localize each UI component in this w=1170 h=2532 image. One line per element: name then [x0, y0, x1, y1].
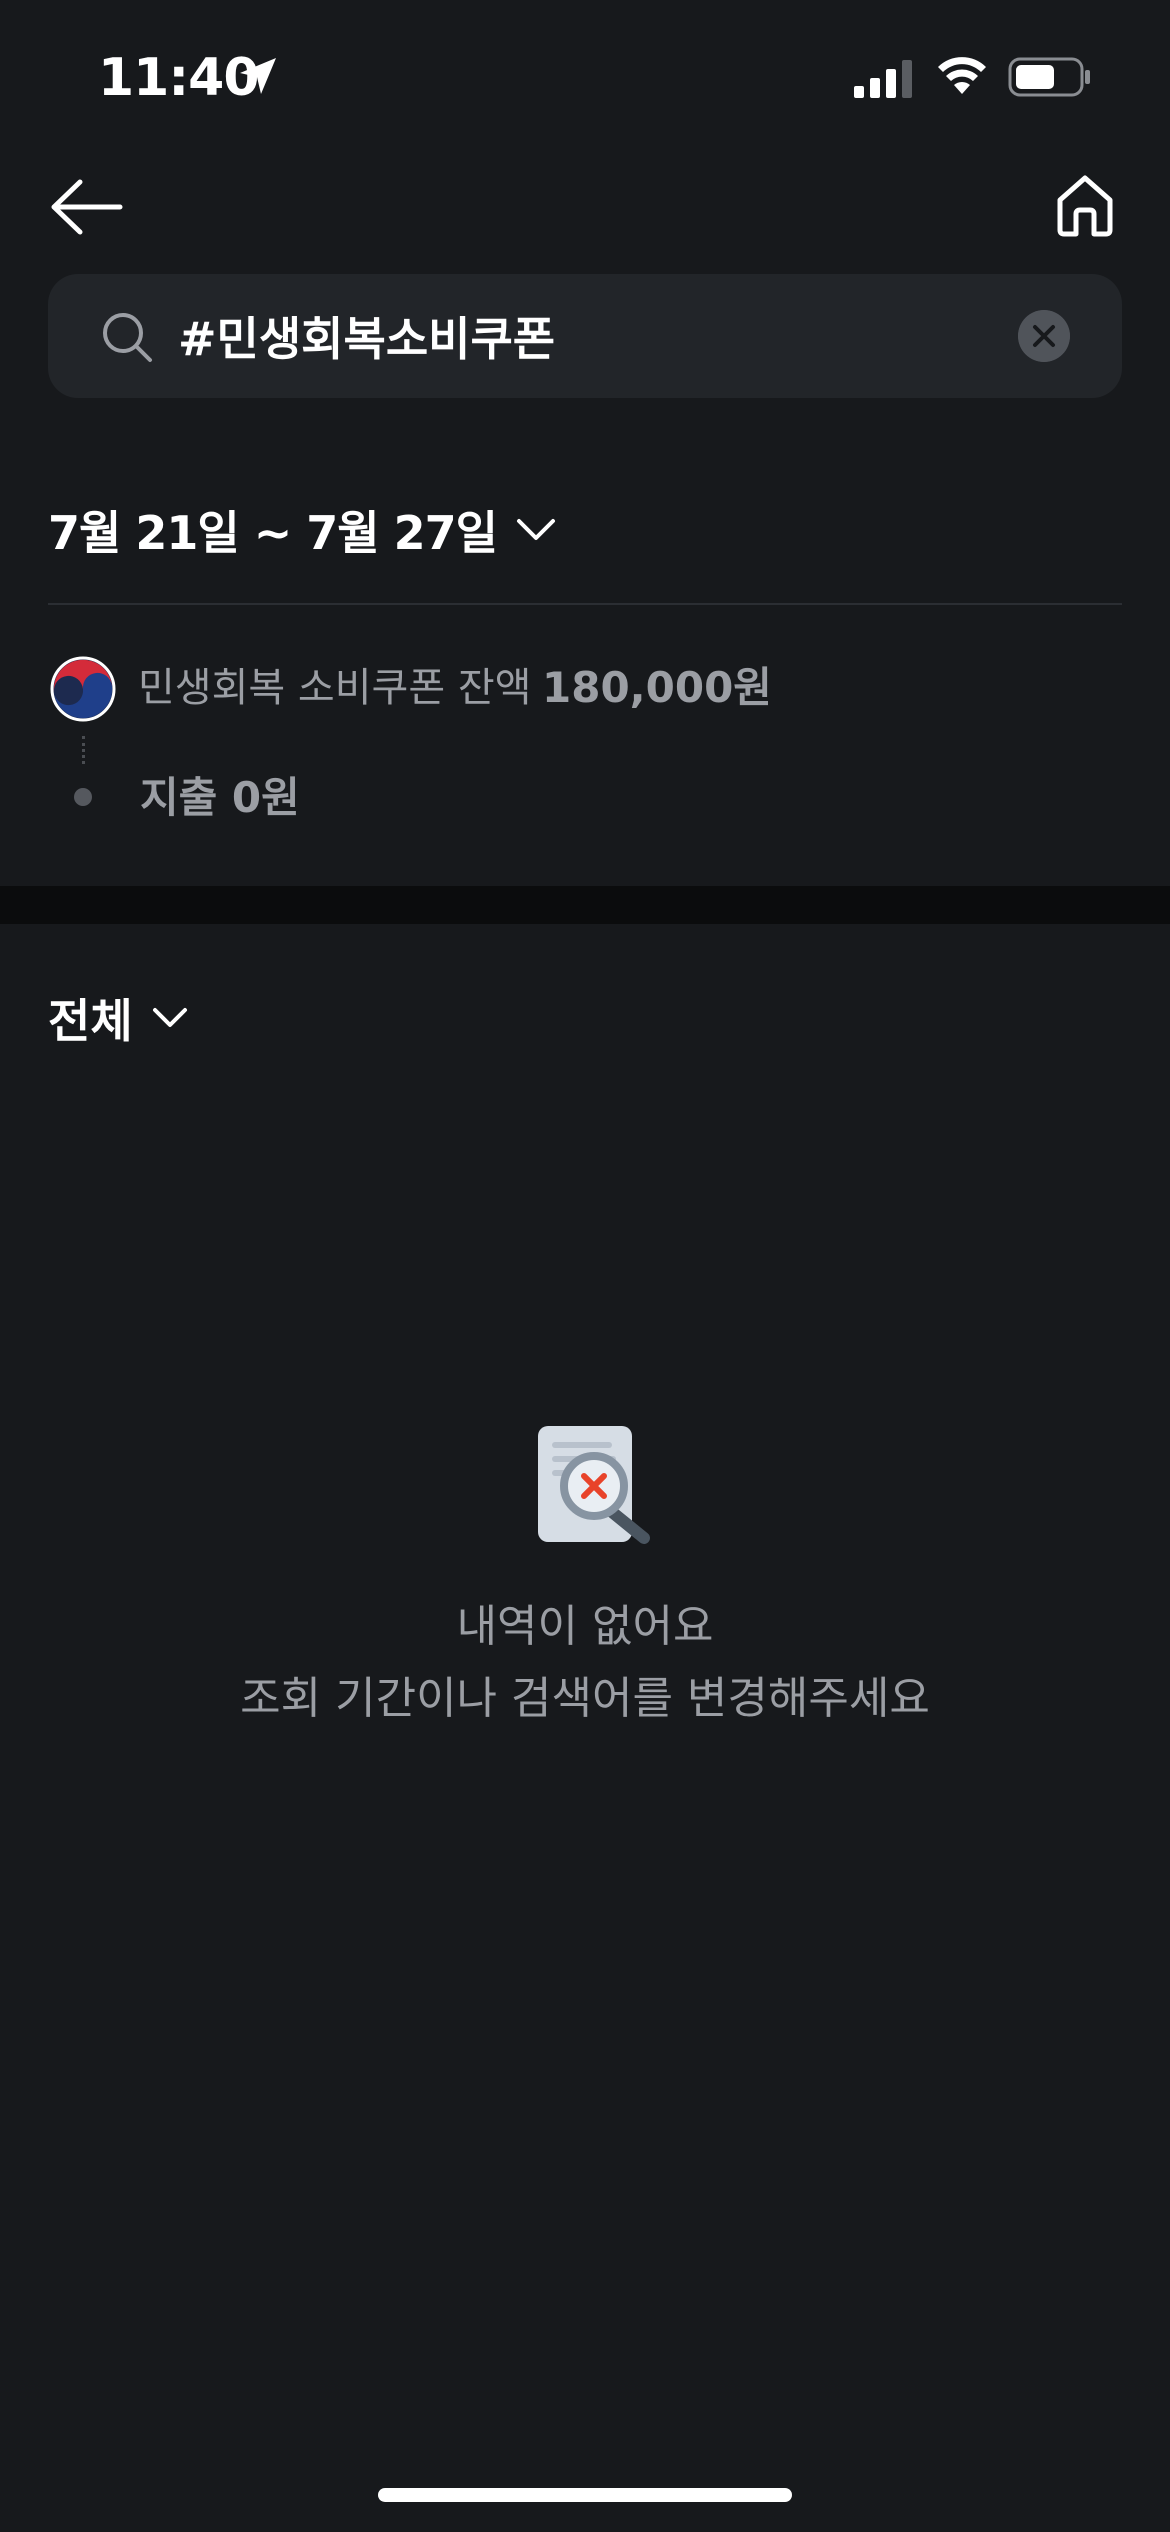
filter-dropdown[interactable]: 전체 — [48, 986, 189, 1050]
date-range-label: 7월 21일 ~ 7월 27일 — [48, 506, 498, 560]
section-separator — [0, 886, 1170, 924]
spending-amount: 지출 0원 — [140, 773, 300, 822]
status-time: 11:40 — [98, 48, 260, 108]
chevron-down-icon — [516, 519, 555, 540]
document-search-empty-icon — [538, 1426, 650, 1544]
empty-state-title: 내역이 없어요 — [456, 1601, 714, 1652]
back-button[interactable] — [46, 174, 126, 240]
clear-search-button[interactable] — [1018, 310, 1070, 362]
date-range-selector[interactable]: 7월 21일 ~ 7월 27일 — [48, 498, 557, 562]
chevron-down-icon — [152, 1008, 187, 1027]
coupon-balance-label: 민생회복 소비쿠폰 잔액 — [138, 665, 532, 711]
search-input[interactable] — [178, 296, 1038, 376]
search-icon — [103, 313, 152, 362]
location-arrow-icon — [240, 58, 276, 94]
signal-icon — [854, 60, 912, 98]
government-emblem-icon — [50, 656, 116, 722]
divider — [48, 603, 1122, 605]
search-bar — [48, 274, 1122, 398]
wifi-icon — [938, 57, 986, 94]
home-indicator[interactable] — [378, 2488, 792, 2502]
battery-icon — [1008, 57, 1090, 97]
connector-line — [82, 736, 85, 764]
coupon-balance-amount: 180,000원 — [542, 663, 772, 712]
timeline-dot — [74, 788, 92, 806]
empty-state-subtitle: 조회 기간이나 검색어를 변경해주세요 — [240, 1673, 930, 1724]
filter-label: 전체 — [48, 994, 133, 1048]
home-button[interactable] — [1052, 172, 1118, 240]
